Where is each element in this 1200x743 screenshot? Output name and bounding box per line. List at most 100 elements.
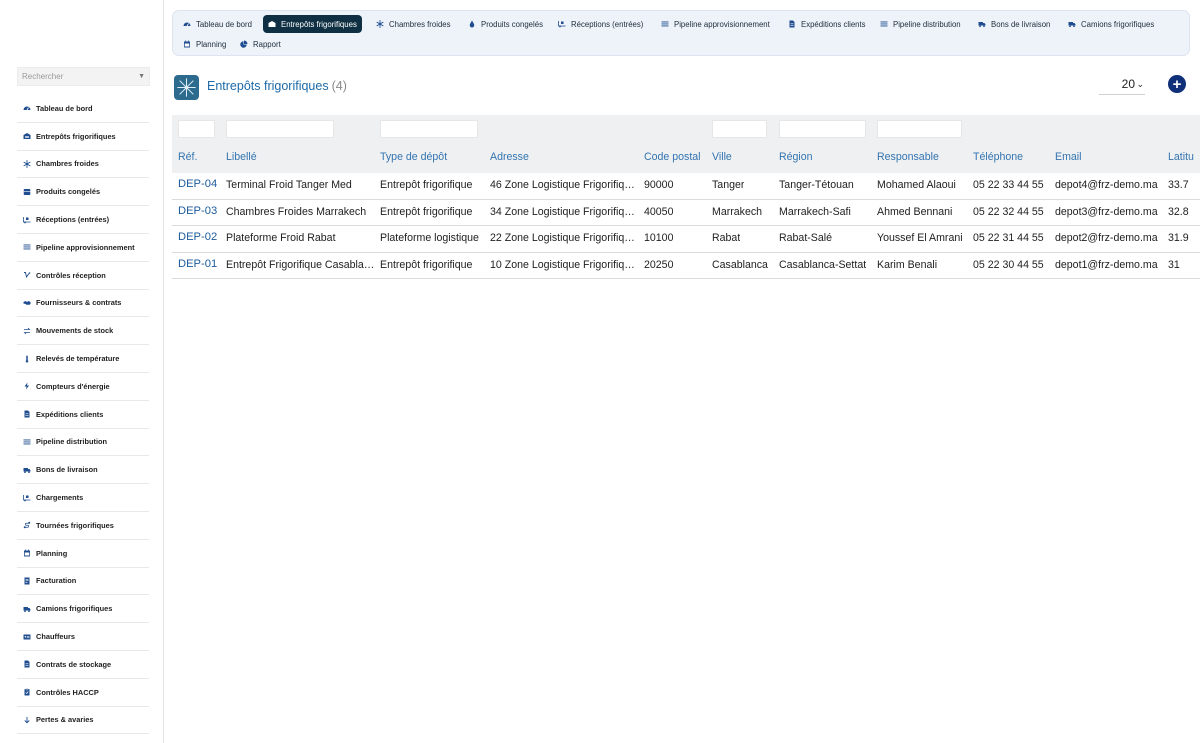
sidebar-item-releves-de-temperature[interactable]: Relevés de température xyxy=(17,345,149,373)
caret-down-icon: ▼ xyxy=(138,73,145,80)
filter-input-responsable[interactable] xyxy=(877,120,962,138)
sidebar: Rechercher ▼ Tableau de bord Entrepôts fr… xyxy=(0,0,164,743)
sidebar-item-pipeline-approvisionnement[interactable]: Pipeline approvisionnement xyxy=(17,234,149,262)
column-header-email[interactable]: Email xyxy=(1055,151,1082,163)
add-record-button[interactable]: + xyxy=(1168,75,1186,93)
sidebar-item-mouvements-de-stock[interactable]: Mouvements de stock xyxy=(17,317,149,346)
table-cell-type-de-depot: Entrepôt frigorifique xyxy=(380,179,473,191)
page-size-value: 20 xyxy=(1121,77,1135,91)
id-card-icon xyxy=(17,633,36,641)
sidebar-item-produits-congeles[interactable]: Produits congelés xyxy=(17,178,149,207)
filter-input-type-de-depot[interactable] xyxy=(380,120,478,138)
record-ref-link[interactable]: DEP-03 xyxy=(178,205,217,217)
column-header-libelle[interactable]: Libellé xyxy=(226,151,257,163)
column-header-code-postal[interactable]: Code postal xyxy=(644,151,701,163)
table-row[interactable]: DEP-03 Chambres Froides Marrakech Entrepôt… xyxy=(172,200,1200,226)
sidebar-item-fournisseurs-contrats[interactable]: Fournisseurs & contrats xyxy=(17,290,149,318)
list-icon xyxy=(661,20,669,28)
sidebar-item-label: Expéditions clients xyxy=(36,409,104,419)
tab-chambres-froides[interactable]: Chambres froides xyxy=(371,15,456,33)
tab-entrepots-frigorifiques[interactable]: Entrepôts frigorifiques xyxy=(263,15,362,33)
filter-input-region[interactable] xyxy=(779,120,866,138)
table-cell-code-postal: 90000 xyxy=(644,179,674,191)
sidebar-item-bons-de-livraison[interactable]: Bons de livraison xyxy=(17,456,149,485)
tab-receptions-entrees[interactable]: Réceptions (entrées) xyxy=(553,15,648,33)
sidebar-item-chauffeurs[interactable]: Chauffeurs xyxy=(17,623,149,651)
truck-icon xyxy=(1068,20,1076,28)
sidebar-menu: Tableau de bord Entrepôts frigorifiques Ch… xyxy=(17,95,149,735)
filter-input-libelle[interactable] xyxy=(226,120,334,138)
table-cell-region: Rabat-Salé xyxy=(779,232,832,244)
sidebar-item-facturation[interactable]: Facturation xyxy=(17,568,149,596)
column-header-region[interactable]: Région xyxy=(779,151,813,163)
sidebar-item-camions-frigorifiques[interactable]: Camions frigorifiques xyxy=(17,595,149,624)
sidebar-item-receptions-entrees[interactable]: Réceptions (entrées) xyxy=(17,206,149,234)
table-cell-adresse: 46 Zone Logistique Frigorifique xyxy=(490,179,635,191)
sidebar-item-tableau-de-bord[interactable]: Tableau de bord xyxy=(17,95,149,123)
sidebar-item-label: Contrôles réception xyxy=(36,270,106,280)
table-row[interactable]: DEP-04 Terminal Froid Tanger Med Entrepôt … xyxy=(172,173,1200,200)
sidebar-search-select[interactable]: Rechercher ▼ xyxy=(17,67,150,86)
column-header-ref[interactable]: Réf. xyxy=(178,151,197,163)
clipboard-icon xyxy=(17,688,36,696)
document-icon xyxy=(788,20,796,28)
tab-bons-de-livraison[interactable]: Bons de livraison xyxy=(973,15,1055,33)
sidebar-item-entrepots-frigorifiques[interactable]: Entrepôts frigorifiques xyxy=(17,123,149,151)
warehouse-icon xyxy=(17,132,36,140)
table-row[interactable]: DEP-02 Plateforme Froid Rabat Plateforme l… xyxy=(172,226,1200,253)
column-header-responsable[interactable]: Responsable xyxy=(877,151,939,163)
tab-expeditions-clients[interactable]: Expéditions clients xyxy=(783,15,871,33)
snowflake-icon xyxy=(174,75,199,100)
table-cell-type-de-depot: Entrepôt frigorifique xyxy=(380,258,473,271)
sidebar-item-planning[interactable]: Planning xyxy=(17,540,149,568)
tab-tableau-de-bord[interactable]: Tableau de bord xyxy=(178,15,257,33)
table-cell-adresse: 22 Zone Logistique Frigorifique xyxy=(490,232,635,244)
column-header-telephone[interactable]: Téléphone xyxy=(973,151,1023,163)
sidebar-item-chargements[interactable]: Chargements xyxy=(17,484,149,512)
sidebar-item-label: Tournées frigorifiques xyxy=(36,520,114,530)
tab-pipeline-approvisionnement[interactable]: Pipeline approvisionnement xyxy=(656,15,775,33)
dashboard-icon xyxy=(183,20,191,28)
tab-pipeline-distribution[interactable]: Pipeline distribution xyxy=(875,15,966,33)
sidebar-item-pipeline-distribution[interactable]: Pipeline distribution xyxy=(17,429,149,457)
sidebar-item-label: Facturation xyxy=(36,576,77,586)
tab-produits-congeles[interactable]: Produits congelés xyxy=(463,15,548,33)
sidebar-item-pertes-avaries[interactable]: Pertes & avaries xyxy=(17,707,149,735)
route-icon xyxy=(17,521,36,529)
table-cell-region: Marrakech-Safi xyxy=(779,205,851,218)
sidebar-item-chambres-froides[interactable]: Chambres froides xyxy=(17,151,149,179)
page-size-select[interactable]: 20 ⌄ xyxy=(1099,74,1145,95)
filter-input-ville[interactable] xyxy=(712,120,767,138)
column-header-latitu[interactable]: Latitu xyxy=(1168,151,1194,163)
truck-loading-icon xyxy=(17,216,36,224)
table-row[interactable]: DEP-01 Entrepôt Frigorifique Casablanca En… xyxy=(172,253,1200,279)
filter-input-ref[interactable] xyxy=(178,120,215,138)
sidebar-item-controles-reception[interactable]: Contrôles réception xyxy=(17,262,149,290)
sidebar-item-controles-haccp[interactable]: Contrôles HACCP xyxy=(17,679,149,707)
arrow-down-icon xyxy=(17,716,36,724)
truck-icon xyxy=(17,466,36,474)
sidebar-item-contrats-de-stockage[interactable]: Contrats de stockage xyxy=(17,651,149,679)
table-cell-code-postal: 10100 xyxy=(644,232,674,244)
sidebar-item-expeditions-clients[interactable]: Expéditions clients xyxy=(17,401,149,429)
tab-planning[interactable]: Planning xyxy=(178,35,231,53)
column-header-adresse[interactable]: Adresse xyxy=(490,151,529,163)
tab-label: Réceptions (entrées) xyxy=(571,19,644,29)
clipboard-check-icon xyxy=(17,271,36,279)
tab-label: Pipeline distribution xyxy=(893,19,961,29)
record-ref-link[interactable]: DEP-04 xyxy=(178,178,217,190)
table-cell-email: depot3@frz-demo.ma xyxy=(1055,205,1158,218)
tab-label: Camions frigorifiques xyxy=(1081,19,1155,29)
table-cell-latitu: 33.7 xyxy=(1168,179,1189,191)
search-placeholder: Rechercher xyxy=(22,72,64,81)
record-ref-link[interactable]: DEP-01 xyxy=(178,258,217,270)
table-cell-libelle: Plateforme Froid Rabat xyxy=(226,232,336,244)
sidebar-item-compteurs-d-energie[interactable]: Compteurs d'énergie xyxy=(17,373,149,401)
column-header-ville[interactable]: Ville xyxy=(712,151,732,163)
tab-rapport[interactable]: Rapport xyxy=(235,35,286,53)
page-title-text: Entrepôts frigorifiques xyxy=(207,79,329,93)
tab-camions-frigorifiques[interactable]: Camions frigorifiques xyxy=(1063,15,1159,33)
column-header-type-de-depot[interactable]: Type de dépôt xyxy=(380,151,447,163)
record-ref-link[interactable]: DEP-02 xyxy=(178,231,217,243)
sidebar-item-tournees-frigorifiques[interactable]: Tournées frigorifiques xyxy=(17,512,149,540)
